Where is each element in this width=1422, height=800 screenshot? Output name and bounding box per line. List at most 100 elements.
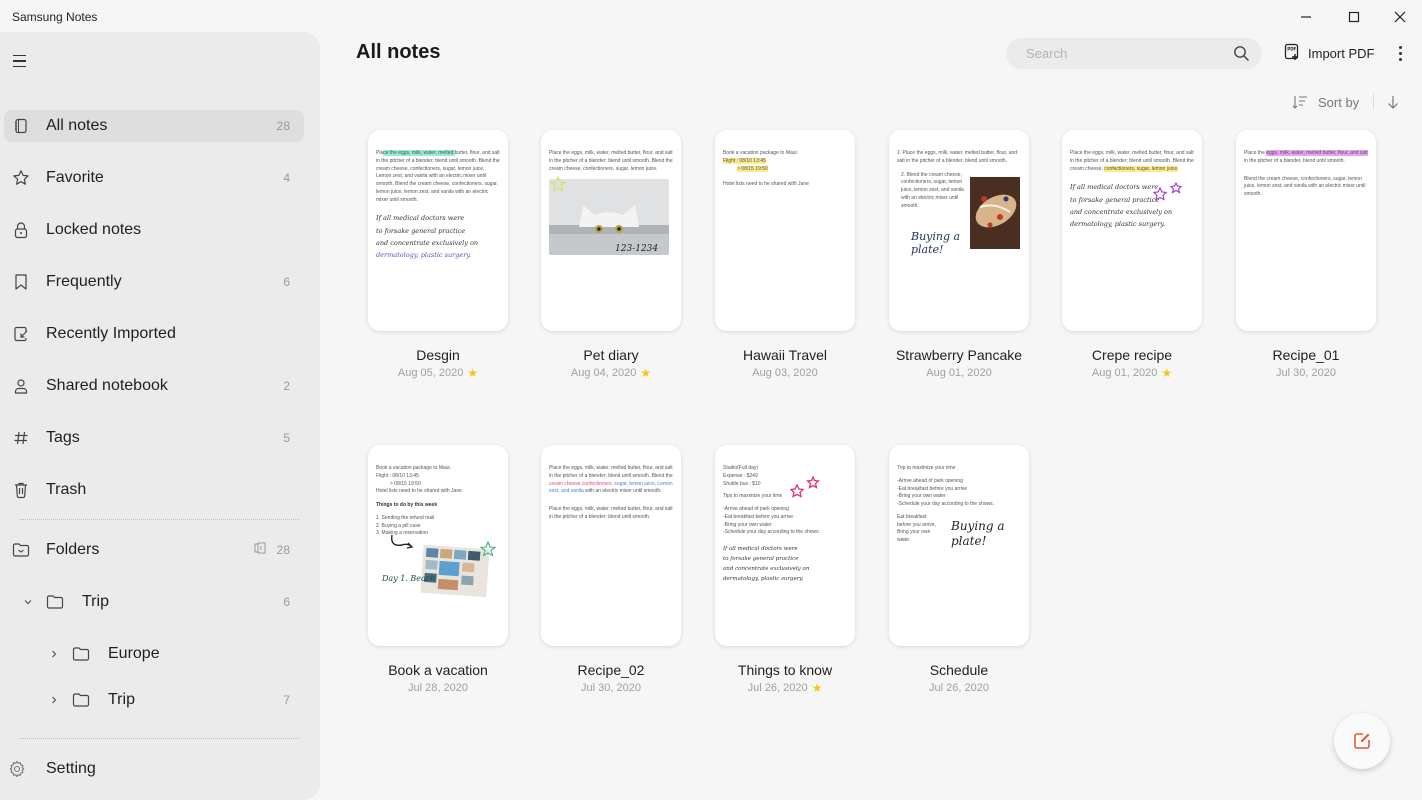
sidebar-item-label: Shared notebook bbox=[46, 377, 168, 394]
menu-button[interactable] bbox=[10, 50, 32, 72]
notebook-icon bbox=[12, 117, 30, 135]
sidebar-item-shared-notebook[interactable]: Shared notebook 2 bbox=[4, 370, 304, 402]
sidebar-item-label: All notes bbox=[46, 117, 108, 134]
note-title: Book a vacation bbox=[388, 662, 488, 678]
sidebar-item-all-notes[interactable]: All notes 28 bbox=[4, 110, 304, 142]
sidebar-item-label: Favorite bbox=[46, 169, 104, 186]
sidebar-item-recently-imported[interactable]: Recently Imported bbox=[4, 318, 304, 350]
sidebar-item-label: Tags bbox=[46, 429, 80, 446]
sidebar-item-label: Recently Imported bbox=[46, 325, 176, 342]
note-thumbnail: Place the eggs, milk, water, melted butt… bbox=[541, 445, 681, 646]
note-card[interactable]: Place the eggs, milk, water, melted butt… bbox=[541, 130, 681, 379]
minimize-button[interactable] bbox=[1286, 4, 1326, 30]
sort-by-button[interactable]: Sort by bbox=[1292, 95, 1359, 110]
sidebar: All notes 28 Favorite 4 Locked notes Fre… bbox=[0, 32, 320, 800]
sidebar-item-setting[interactable]: Setting bbox=[4, 753, 304, 785]
folder-tree-item-trip-sub[interactable]: Trip 7 bbox=[4, 684, 304, 716]
folder-tree-item-trip[interactable]: Trip 6 bbox=[4, 586, 304, 618]
sidebar-item-count: 28 bbox=[276, 543, 290, 557]
note-title: Recipe_01 bbox=[1272, 347, 1340, 363]
more-options-button[interactable] bbox=[1392, 42, 1408, 64]
sidebar-item-favorite[interactable]: Favorite 4 bbox=[4, 162, 304, 194]
sidebar-item-folders[interactable]: Folders 28 bbox=[4, 534, 304, 566]
note-thumbnail: Place the eggs, milk, water, melted butt… bbox=[368, 130, 508, 331]
doodle-arrow-icon bbox=[391, 534, 414, 549]
sort-direction-button[interactable] bbox=[1386, 95, 1400, 109]
note-card[interactable]: Place the eggs, milk, water, melted butt… bbox=[1062, 130, 1202, 379]
sidebar-item-tags[interactable]: Tags 5 bbox=[4, 422, 304, 454]
folder-manage-icon[interactable] bbox=[254, 541, 266, 559]
sticker-text: Day 1. Beach bbox=[382, 574, 436, 583]
favorite-star-icon: ★ bbox=[467, 366, 479, 380]
title-bar: Samsung Notes bbox=[0, 0, 1422, 34]
sidebar-item-count: 6 bbox=[283, 275, 290, 289]
lock-icon bbox=[12, 221, 30, 239]
search-box[interactable] bbox=[1006, 38, 1262, 69]
sidebar-item-trash[interactable]: Trash bbox=[4, 474, 304, 506]
favorite-star-icon: ★ bbox=[1161, 366, 1173, 380]
crepe-photo bbox=[970, 177, 1020, 249]
sticker-text: Buying a plate! bbox=[911, 230, 961, 257]
note-date: Jul 26, 2020 bbox=[747, 682, 808, 694]
folder-icon bbox=[72, 691, 90, 709]
note-title: Things to know bbox=[737, 662, 833, 678]
maximize-button[interactable] bbox=[1334, 4, 1374, 30]
note-card[interactable]: 1. Place the eggs, milk, water, melted b… bbox=[889, 130, 1029, 379]
note-date: Jul 30, 2020 bbox=[581, 682, 641, 694]
hamburger-icon bbox=[13, 54, 26, 57]
doodle-star-icon bbox=[480, 541, 496, 557]
more-vertical-icon bbox=[1398, 45, 1402, 49]
minimize-icon bbox=[1301, 16, 1311, 18]
sidebar-item-locked-notes[interactable]: Locked notes bbox=[4, 214, 304, 246]
note-card[interactable]: Place the eggs, milk, water, melted butt… bbox=[368, 130, 508, 379]
folder-tree-item-europe[interactable]: Europe bbox=[4, 638, 304, 670]
import-pdf-button[interactable]: PDF Import PDF bbox=[1284, 42, 1374, 64]
chevron-down-icon[interactable] bbox=[22, 596, 34, 608]
gear-icon bbox=[8, 760, 26, 778]
note-card[interactable]: Book a vacation package to Maui. Flight … bbox=[368, 445, 508, 694]
sidebar-item-count: 28 bbox=[276, 119, 290, 133]
star-icon bbox=[12, 169, 30, 187]
import-icon bbox=[12, 325, 30, 343]
note-card[interactable]: Studio(Full day) Expense : $249 Shuttle … bbox=[715, 445, 855, 694]
note-date: Aug 01, 2020 bbox=[926, 367, 992, 379]
search-icon[interactable] bbox=[1233, 45, 1250, 67]
hash-icon bbox=[12, 429, 30, 447]
handwriting: If all medical doctors were to forsake g… bbox=[723, 546, 810, 582]
note-date: Aug 05, 2020 bbox=[397, 367, 464, 379]
close-button[interactable] bbox=[1380, 4, 1420, 30]
note-thumbnail: Book a vacation package to Maui. Flight … bbox=[715, 130, 855, 331]
note-date: Aug 04, 2020 bbox=[570, 367, 637, 379]
doodle-star-icon bbox=[549, 176, 567, 192]
chevron-right-icon[interactable] bbox=[48, 648, 60, 660]
compose-note-icon bbox=[1354, 733, 1370, 749]
sidebar-item-label: Setting bbox=[46, 760, 96, 777]
note-card[interactable]: Place the eggs, milk, water, melted butt… bbox=[541, 445, 681, 694]
note-card[interactable]: Book a vacation package to Maui. Flight … bbox=[715, 130, 855, 379]
folder-icon bbox=[12, 541, 30, 559]
chevron-right-icon[interactable] bbox=[48, 694, 60, 706]
main-content: All notes PDF Import PDF Sort by Place t… bbox=[320, 32, 1422, 800]
note-date: Jul 28, 2020 bbox=[408, 682, 468, 694]
favorite-star-icon: ★ bbox=[811, 681, 823, 695]
import-pdf-label: Import PDF bbox=[1308, 45, 1375, 61]
folder-label: Trip bbox=[82, 593, 109, 610]
new-note-button[interactable] bbox=[1334, 713, 1390, 769]
search-input[interactable] bbox=[1006, 46, 1216, 61]
trash-icon bbox=[12, 481, 30, 499]
note-title: Pet diary bbox=[583, 347, 639, 363]
note-card[interactable]: Trip to maximize your time -Arrive ahead… bbox=[889, 445, 1029, 694]
note-title: Hawaii Travel bbox=[742, 347, 828, 363]
arrow-down-icon bbox=[1388, 96, 1399, 109]
sidebar-item-frequently[interactable]: Frequently 6 bbox=[4, 266, 304, 298]
note-date: Jul 30, 2020 bbox=[1276, 367, 1336, 379]
divider bbox=[20, 738, 300, 739]
folder-label: Trip bbox=[108, 691, 135, 708]
note-card[interactable]: Place the eggs, milk, water, melted butt… bbox=[1236, 130, 1376, 379]
note-title: Schedule bbox=[929, 662, 989, 678]
cat-photo: 123-1234 bbox=[549, 179, 669, 256]
divider bbox=[1373, 94, 1375, 110]
sidebar-item-label: Frequently bbox=[46, 273, 122, 290]
note-thumbnail: Book a vacation package to Maui. Flight … bbox=[368, 445, 508, 646]
note-thumbnail: Place the eggs, milk, water, melted butt… bbox=[541, 130, 681, 331]
